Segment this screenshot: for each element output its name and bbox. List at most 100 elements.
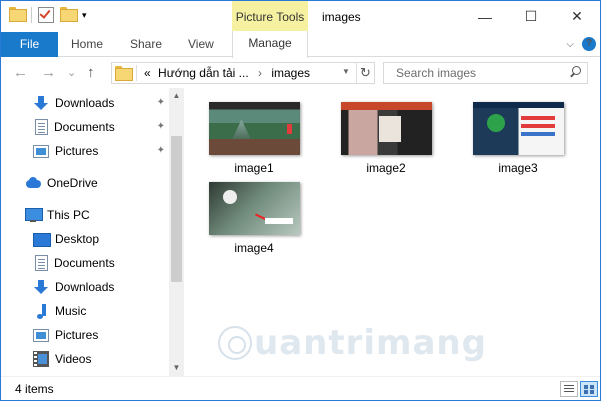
close-button[interactable]: ✕ bbox=[554, 1, 600, 32]
expand-ribbon-icon[interactable]: ⌵ bbox=[566, 39, 574, 50]
sidebar-item-label: This PC bbox=[47, 208, 90, 222]
image-thumbnail bbox=[208, 182, 300, 235]
file-name: image4 bbox=[234, 241, 274, 255]
pin-icon: ✦ bbox=[156, 97, 165, 108]
sidebar-item-pictures[interactable]: Pictures ✦ bbox=[33, 139, 169, 163]
address-dropdown-icon[interactable]: ▼ bbox=[342, 67, 350, 76]
maximize-button[interactable]: ☐ bbox=[508, 1, 554, 32]
file-name: image2 bbox=[366, 161, 406, 175]
forward-arrow-icon[interactable]: → bbox=[41, 64, 56, 82]
up-arrow-icon[interactable]: ↑ bbox=[87, 64, 95, 82]
help-icon[interactable]: ? bbox=[582, 37, 596, 51]
image-thumbnail bbox=[340, 102, 432, 155]
sidebar-item-label: Music bbox=[55, 304, 87, 318]
sidebar-item-music[interactable]: Music bbox=[33, 299, 169, 323]
divider bbox=[136, 65, 137, 81]
tab-view[interactable]: View bbox=[188, 32, 214, 57]
sidebar-item-label: Videos bbox=[55, 352, 92, 366]
status-bar: 4 items bbox=[1, 376, 600, 400]
videos-icon bbox=[33, 351, 49, 367]
sidebar-item-desktop[interactable]: Desktop bbox=[33, 227, 169, 251]
breadcrumb-item[interactable]: Hướng dẫn tải ... bbox=[158, 66, 249, 80]
sidebar-item-label: OneDrive bbox=[47, 176, 98, 190]
tab-home[interactable]: Home bbox=[71, 32, 103, 57]
sidebar-item-pictures[interactable]: Pictures bbox=[33, 323, 169, 347]
recent-locations-icon[interactable]: ⌄ bbox=[67, 64, 76, 82]
file-name: image1 bbox=[234, 161, 274, 175]
quick-access-toolbar: ▾ bbox=[9, 7, 92, 23]
documents-icon bbox=[35, 255, 48, 271]
music-icon bbox=[33, 303, 49, 319]
breadcrumb-item[interactable]: images bbox=[271, 66, 310, 80]
sidebar-item-onedrive[interactable]: OneDrive bbox=[25, 171, 169, 195]
this-pc-icon bbox=[25, 207, 43, 223]
view-switcher bbox=[560, 381, 598, 397]
search-icon[interactable] bbox=[569, 66, 581, 78]
customize-toolbar-icon[interactable]: ▾ bbox=[82, 10, 92, 20]
documents-icon bbox=[35, 119, 48, 135]
breadcrumb-overflow[interactable]: « bbox=[144, 66, 151, 80]
large-icons-view-icon[interactable] bbox=[580, 381, 598, 397]
file-item[interactable]: image1 bbox=[204, 102, 304, 175]
image-thumbnail bbox=[208, 102, 300, 155]
file-item[interactable]: image3 bbox=[468, 102, 568, 175]
pictures-icon bbox=[33, 328, 49, 342]
sidebar-item-downloads[interactable]: Downloads bbox=[33, 275, 169, 299]
pin-icon: ✦ bbox=[156, 121, 165, 132]
new-folder-icon[interactable] bbox=[60, 7, 78, 23]
item-count: 4 items bbox=[15, 382, 54, 396]
file-item[interactable]: image4 bbox=[204, 182, 304, 255]
back-arrow-icon[interactable]: ← bbox=[13, 64, 28, 82]
sidebar-item-label: Pictures bbox=[55, 328, 99, 342]
desktop-icon bbox=[33, 231, 51, 247]
picture-tools-context-tab: Picture Tools bbox=[232, 1, 308, 32]
download-icon bbox=[33, 279, 49, 295]
sidebar-item-documents[interactable]: Documents bbox=[33, 251, 169, 275]
sidebar-item-label: Downloads bbox=[55, 280, 115, 294]
tab-file[interactable]: File bbox=[1, 32, 58, 57]
onedrive-icon bbox=[25, 175, 41, 191]
ribbon-right-controls: ⌵ ? bbox=[566, 37, 596, 51]
watermark-text: uantrimang bbox=[254, 323, 487, 363]
image-thumbnail bbox=[472, 102, 564, 155]
watermark-logo-icon bbox=[218, 326, 252, 360]
search-input[interactable] bbox=[384, 63, 564, 83]
tab-share[interactable]: Share bbox=[130, 32, 162, 57]
window-controls: — ☐ ✕ bbox=[462, 1, 600, 32]
sidebar-item-videos[interactable]: Videos bbox=[33, 347, 169, 371]
address-bar[interactable]: « Hướng dẫn tải ... › images ▼ ↻ bbox=[111, 62, 375, 84]
sidebar-item-documents[interactable]: Documents ✦ bbox=[33, 115, 169, 139]
properties-icon[interactable] bbox=[38, 7, 54, 23]
title-bar: ▾ Picture Tools images — ☐ ✕ bbox=[1, 1, 600, 32]
refresh-icon[interactable]: ↻ bbox=[356, 63, 374, 83]
sidebar-item-label: Pictures bbox=[55, 144, 99, 158]
scrollbar-thumb[interactable] bbox=[171, 136, 182, 282]
scroll-down-icon[interactable]: ▼ bbox=[169, 360, 184, 376]
chevron-right-icon[interactable]: › bbox=[258, 66, 262, 80]
minimize-button[interactable]: — bbox=[462, 1, 508, 32]
navigation-pane: Downloads ✦ Documents ✦ Pictures ✦ OneDr… bbox=[1, 88, 184, 376]
sidebar-item-label: Documents bbox=[54, 120, 115, 134]
sidebar-scrollbar[interactable]: ▲ ▼ bbox=[169, 88, 184, 376]
pictures-icon bbox=[33, 144, 49, 158]
folder-icon bbox=[115, 66, 133, 81]
watermark: uantrimang bbox=[218, 323, 487, 363]
sidebar-item-label: Documents bbox=[54, 256, 115, 270]
navigation-row: ← → ⌄ ↑ « Hướng dẫn tải ... › images ▼ ↻ bbox=[1, 58, 600, 88]
search-box[interactable] bbox=[383, 62, 588, 84]
tab-manage[interactable]: Manage bbox=[232, 31, 308, 58]
window-title: images bbox=[322, 10, 361, 24]
details-view-icon[interactable] bbox=[560, 381, 578, 397]
divider bbox=[31, 7, 32, 23]
download-icon bbox=[33, 95, 49, 111]
file-name: image3 bbox=[498, 161, 538, 175]
scroll-up-icon[interactable]: ▲ bbox=[169, 88, 184, 104]
explorer-window: ▾ Picture Tools images — ☐ ✕ File Home S… bbox=[0, 0, 601, 401]
file-item[interactable]: image2 bbox=[336, 102, 436, 175]
breadcrumb: « Hướng dẫn tải ... › images bbox=[144, 63, 310, 83]
sidebar-item-downloads[interactable]: Downloads ✦ bbox=[33, 91, 169, 115]
folder-icon bbox=[9, 7, 27, 23]
pin-icon: ✦ bbox=[156, 145, 165, 156]
sidebar-item-label: Desktop bbox=[55, 232, 100, 246]
sidebar-item-this-pc[interactable]: This PC bbox=[25, 203, 169, 227]
